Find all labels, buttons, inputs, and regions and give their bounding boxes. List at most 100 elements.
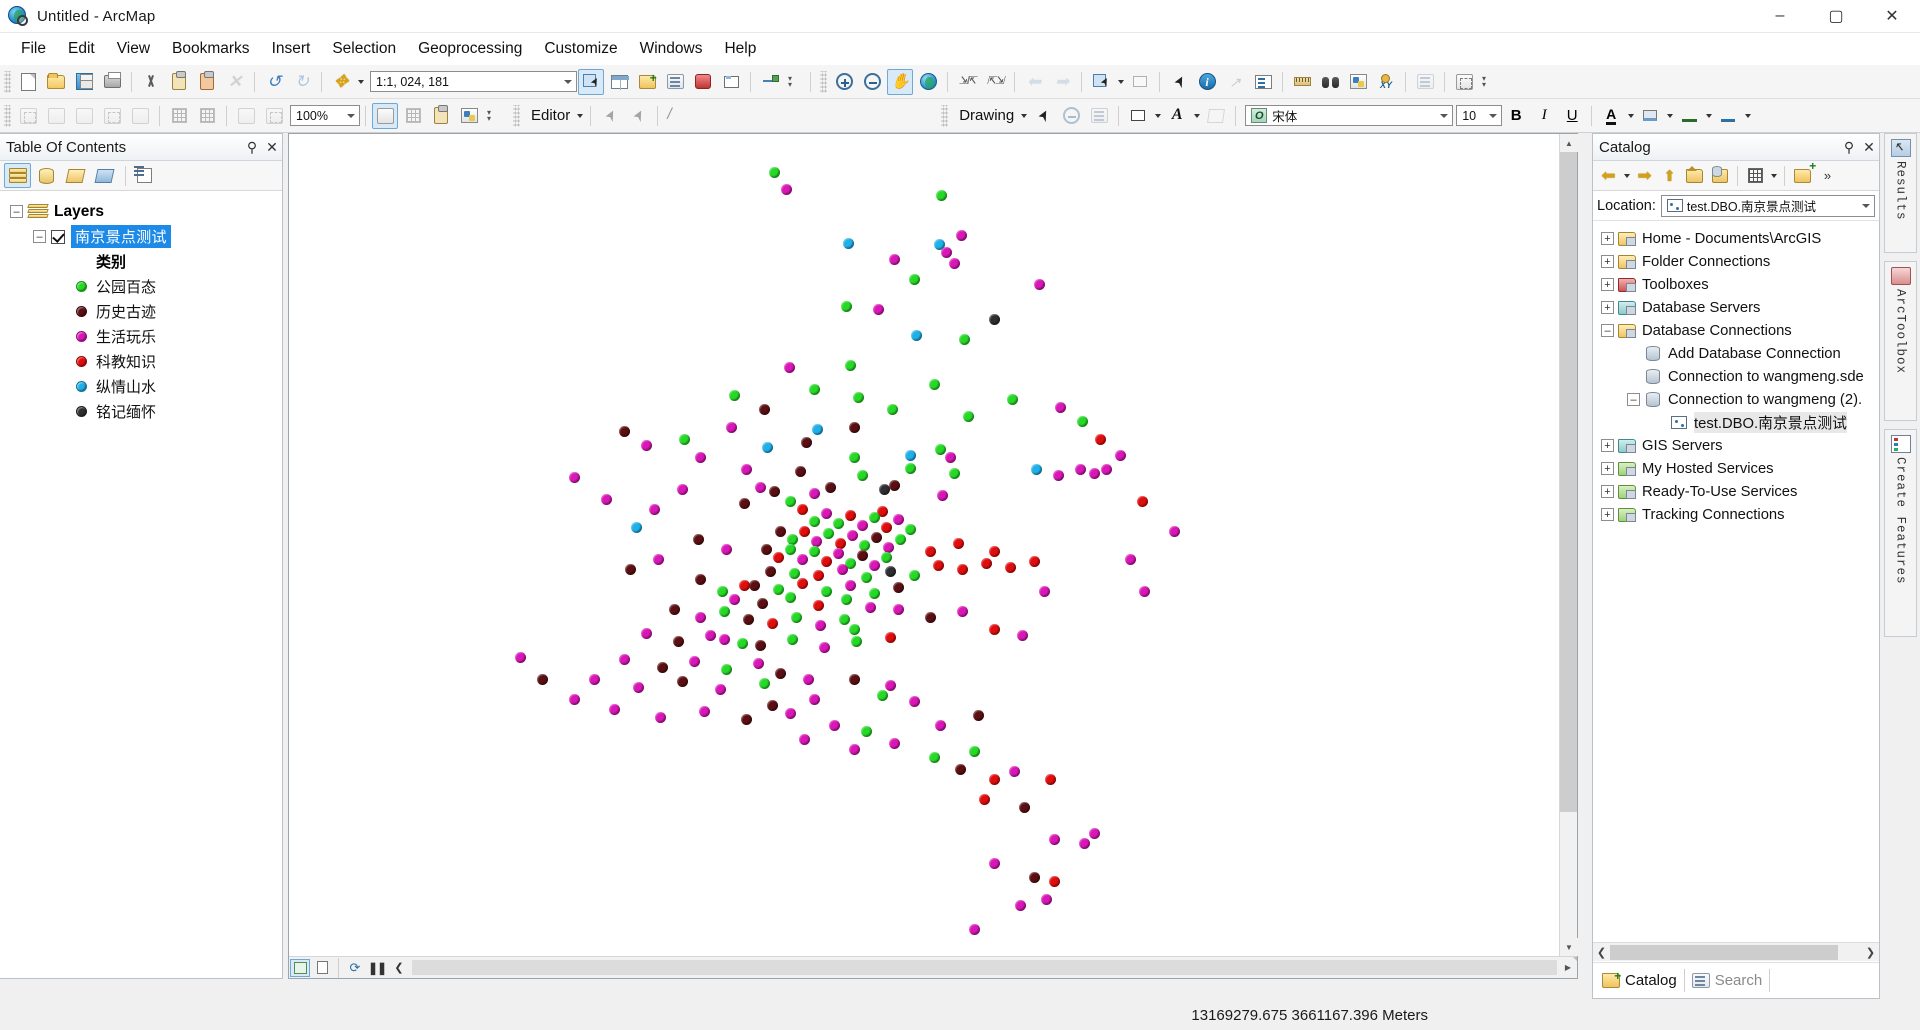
map-point-feature[interactable]	[853, 392, 864, 403]
map-point-feature[interactable]	[785, 544, 796, 555]
map-point-feature[interactable]	[935, 720, 946, 731]
map-point-feature[interactable]	[841, 301, 852, 312]
map-point-feature[interactable]	[719, 634, 730, 645]
map-point-feature[interactable]	[845, 510, 856, 521]
print-button[interactable]	[99, 69, 125, 95]
expander-expand-icon[interactable]: +	[1601, 278, 1614, 291]
fixed-zoom-out-layout-button[interactable]	[194, 103, 220, 129]
select-features-dropdown-icon[interactable]	[1115, 80, 1126, 84]
legend-item-2[interactable]: 生活玩乐	[0, 324, 282, 349]
map-point-feature[interactable]	[1034, 279, 1045, 290]
undo-button[interactable]: ↺	[261, 69, 287, 95]
map-point-feature[interactable]	[812, 424, 823, 435]
map-point-feature[interactable]	[537, 674, 548, 685]
map-point-feature[interactable]	[861, 572, 872, 583]
map-point-feature[interactable]	[905, 524, 916, 535]
map-point-feature[interactable]	[1019, 802, 1030, 813]
map-point-feature[interactable]	[949, 468, 960, 479]
underline-button[interactable]: U	[1559, 103, 1585, 129]
tab-search[interactable]: Search	[1685, 969, 1771, 992]
connect-to-folder-button[interactable]	[1790, 163, 1815, 188]
side-tab-arctoolbox[interactable]: ArcToolbox	[1884, 261, 1917, 421]
location-combobox[interactable]: test.DBO.南京景点测试	[1660, 194, 1875, 217]
map-point-feature[interactable]	[775, 668, 786, 679]
list-by-source-button[interactable]	[33, 163, 60, 188]
back-button[interactable]: ⬅	[1596, 163, 1621, 188]
new-text-tool[interactable]: A	[1164, 103, 1190, 129]
map-point-feature[interactable]	[819, 642, 830, 653]
go-back-extent-button[interactable]	[233, 103, 259, 129]
map-point-feature[interactable]	[753, 658, 764, 669]
marker-color-dropdown-icon[interactable]	[1742, 114, 1753, 118]
home-folder-button[interactable]	[1682, 163, 1707, 188]
catalog-tree-item[interactable]: + Toolboxes	[1593, 273, 1879, 296]
chevron-down-icon[interactable]	[1435, 106, 1452, 125]
map-point-feature[interactable]	[989, 774, 1000, 785]
font-family-combobox[interactable]: O 宋体	[1245, 105, 1454, 126]
catalog-tree-item[interactable]: + Tracking Connections	[1593, 503, 1879, 526]
map-point-feature[interactable]	[775, 526, 786, 537]
map-point-feature[interactable]	[889, 254, 900, 265]
map-point-feature[interactable]	[797, 504, 808, 515]
layout-overflow-button[interactable]: ▾ ▾	[483, 103, 495, 129]
map-point-feature[interactable]	[925, 612, 936, 623]
map-point-feature[interactable]	[1053, 470, 1064, 481]
map-point-feature[interactable]	[787, 634, 798, 645]
map-point-feature[interactable]	[726, 422, 737, 433]
map-point-feature[interactable]	[741, 714, 752, 725]
measure-tool[interactable]	[1289, 69, 1315, 95]
map-view[interactable]: ▲ ▼ ⟳ ❚❚ ❮ ▶	[288, 133, 1578, 979]
map-point-feature[interactable]	[655, 712, 666, 723]
menu-customize[interactable]: Customize	[533, 36, 628, 62]
map-point-feature[interactable]	[1041, 894, 1052, 905]
map-point-feature[interactable]	[717, 586, 728, 597]
catalog-tree-item[interactable]: + GIS Servers	[1593, 434, 1879, 457]
map-point-feature[interactable]	[869, 512, 880, 523]
map-point-feature[interactable]	[849, 744, 860, 755]
delete-button[interactable]: ✕	[222, 69, 248, 95]
map-point-feature[interactable]	[1049, 834, 1060, 845]
zoom-whole-page-button[interactable]	[99, 103, 125, 129]
map-point-feature[interactable]	[695, 612, 706, 623]
map-point-feature[interactable]	[815, 620, 826, 631]
expander-expand-icon[interactable]: +	[1601, 508, 1614, 521]
pan-tool[interactable]	[887, 68, 913, 95]
map-point-feature[interactable]	[739, 498, 750, 509]
map-point-feature[interactable]	[699, 706, 710, 717]
map-point-feature[interactable]	[945, 452, 956, 463]
map-point-feature[interactable]	[929, 752, 940, 763]
up-one-level-button[interactable]: ⬆	[1657, 163, 1682, 188]
map-point-feature[interactable]	[959, 334, 970, 345]
map-point-feature[interactable]	[721, 544, 732, 555]
catalog-tree-item[interactable]: test.DBO.南京景点测试	[1593, 411, 1879, 434]
map-point-feature[interactable]	[679, 434, 690, 445]
menu-view[interactable]: View	[106, 36, 161, 62]
map-point-feature[interactable]	[893, 604, 904, 615]
vertical-scroll-thumb[interactable]	[1560, 152, 1577, 812]
map-point-feature[interactable]	[933, 560, 944, 571]
expander-collapse-icon[interactable]: –	[1627, 393, 1640, 406]
find-tool[interactable]	[1317, 69, 1343, 95]
map-point-feature[interactable]	[677, 484, 688, 495]
find-route-tool[interactable]	[1345, 69, 1371, 95]
layout-zoom-combobox[interactable]: 100%	[290, 105, 360, 126]
clear-selection-button[interactable]	[1127, 69, 1153, 95]
full-extent-tool[interactable]	[915, 69, 941, 95]
scroll-up-icon[interactable]: ▲	[1560, 134, 1578, 152]
map-point-feature[interactable]	[767, 618, 778, 629]
map-point-feature[interactable]	[825, 482, 836, 493]
map-point-feature[interactable]	[784, 362, 795, 373]
map-point-feature[interactable]	[1101, 464, 1112, 475]
rotate-element-button[interactable]	[1058, 103, 1084, 129]
catalog-tree-item[interactable]: Add Database Connection	[1593, 342, 1879, 365]
map-point-feature[interactable]	[936, 190, 947, 201]
new-rectangle-tool[interactable]	[1125, 103, 1151, 129]
font-color-button[interactable]: A	[1598, 103, 1624, 129]
map-point-feature[interactable]	[1125, 554, 1136, 565]
map-point-feature[interactable]	[773, 552, 784, 563]
map-point-feature[interactable]	[857, 550, 868, 561]
map-point-feature[interactable]	[795, 466, 806, 477]
map-point-feature[interactable]	[989, 858, 1000, 869]
map-point-feature[interactable]	[809, 694, 820, 705]
zoom-out-tool[interactable]	[859, 69, 885, 95]
